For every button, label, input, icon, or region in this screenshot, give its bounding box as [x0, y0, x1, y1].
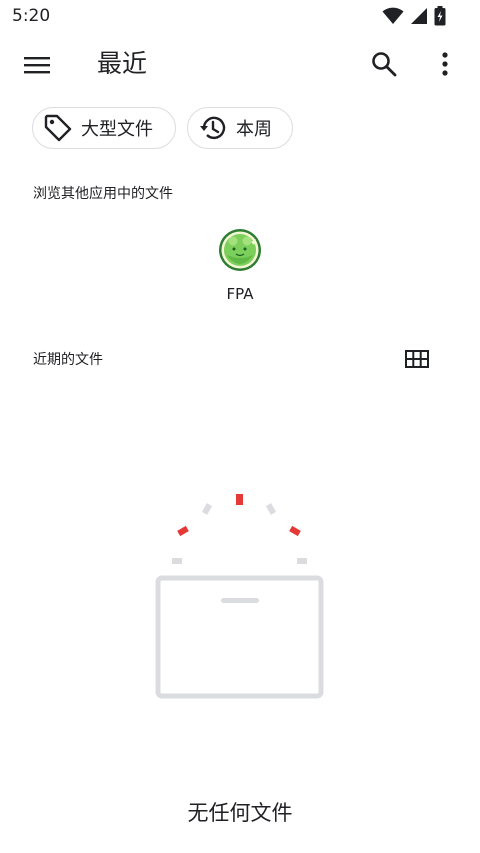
search-icon [372, 52, 397, 77]
tag-icon [44, 114, 72, 142]
empty-box-handle [221, 598, 259, 603]
more-vert-icon [442, 52, 448, 76]
status-time: 5:20 [12, 6, 51, 26]
app-tile-fpa-label: FPA [226, 285, 254, 303]
chip-large-files-label: 大型文件 [81, 119, 153, 140]
battery-charging-icon [434, 6, 446, 26]
empty-state-message: 无任何文件 [187, 801, 293, 825]
burst-mark [201, 503, 213, 515]
burst-mark [297, 558, 307, 564]
menu-button[interactable] [14, 42, 60, 88]
chip-this-week[interactable]: 本周 [187, 107, 293, 149]
burst-mark [172, 558, 182, 564]
browse-apps-title: 浏览其他应用中的文件 [33, 186, 173, 202]
status-bar: 5:20 [0, 0, 480, 34]
burst-mark [177, 525, 189, 537]
chip-this-week-label: 本周 [236, 119, 272, 140]
wifi-icon [382, 7, 404, 24]
burst-mark [236, 494, 243, 505]
history-icon [200, 116, 226, 140]
app-tile-fpa[interactable]: FPA [200, 228, 280, 314]
page-title: 最近 [97, 49, 148, 78]
burst-mark [265, 503, 277, 515]
empty-box-illustration [155, 494, 324, 699]
burst-mark [289, 525, 301, 537]
fpa-app-icon [219, 229, 261, 271]
menu-icon [24, 57, 50, 74]
empty-box [155, 575, 324, 699]
signal-icon [411, 8, 427, 24]
grid-view-toggle[interactable] [397, 339, 437, 379]
status-icons [382, 5, 446, 27]
recent-files-title: 近期的文件 [33, 352, 103, 368]
chip-large-files[interactable]: 大型文件 [32, 107, 176, 149]
search-button[interactable] [361, 41, 407, 87]
app-bar: 最近 [0, 34, 480, 94]
grid-view-icon [405, 350, 429, 368]
more-options-button[interactable] [422, 41, 468, 87]
